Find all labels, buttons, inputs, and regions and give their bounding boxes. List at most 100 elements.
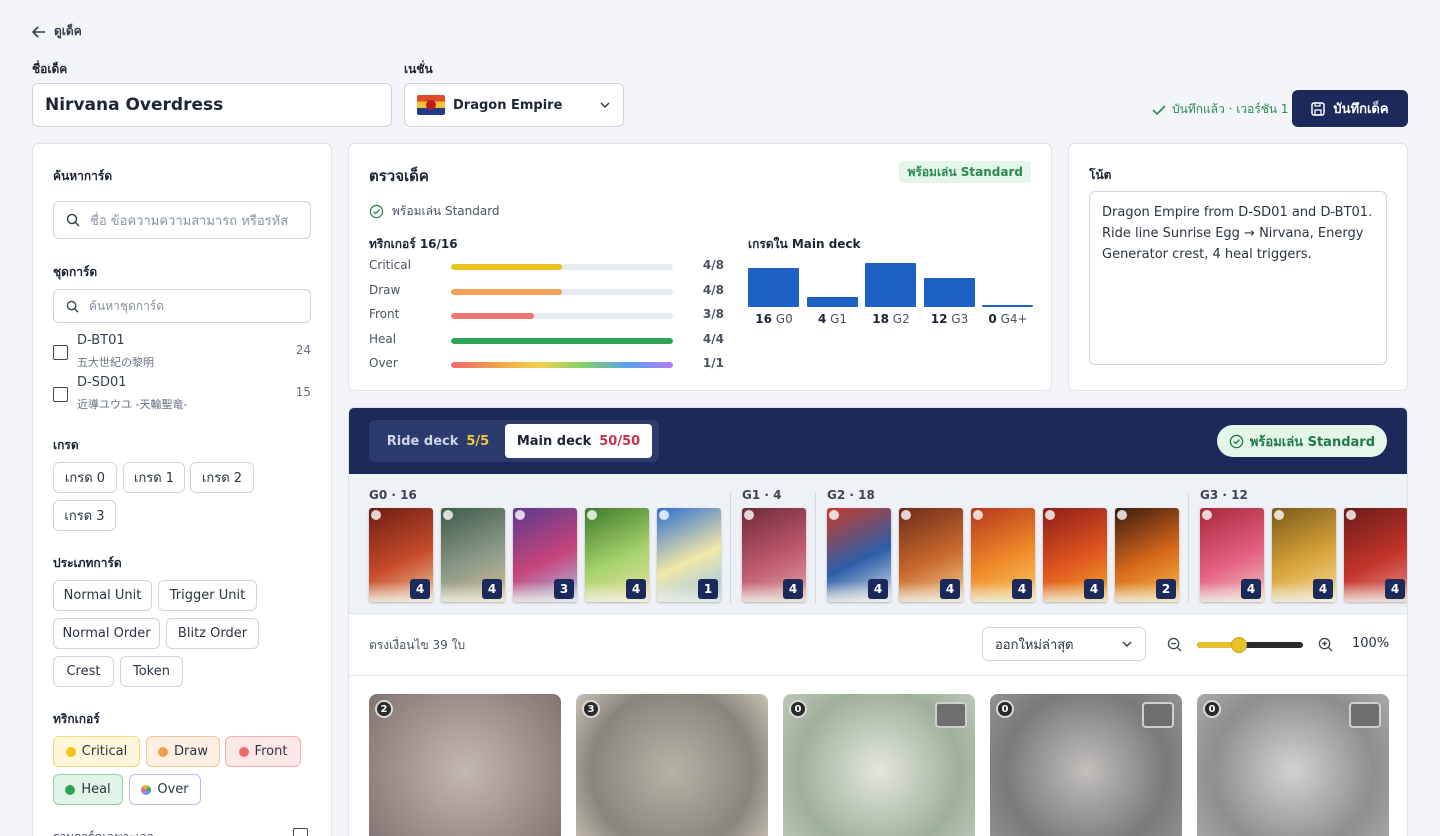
deck-card[interactable]: 4 [1200, 508, 1264, 602]
deck-header: Ride deck 5/5 Main deck 50/50 พร้อมเล่น St… [349, 408, 1407, 474]
over-dot-icon [141, 784, 152, 795]
group-divider [730, 492, 731, 604]
trigger-summary-title: ทริกเกอร์ 16/16 [369, 237, 458, 251]
sort-select[interactable]: ออกใหม่ล่าสุด [982, 627, 1146, 661]
trigger-chip-draw[interactable]: Draw [146, 736, 220, 767]
grade-group-label: G1 · 4 [742, 488, 782, 502]
card-copies-badge: 4 [1084, 579, 1104, 599]
card-copies-badge: 2 [1156, 579, 1176, 599]
deck-card[interactable]: 4 [369, 508, 433, 602]
type-chip-crest[interactable]: Crest [53, 656, 114, 687]
card-grade-mark [1045, 510, 1055, 520]
notes-title: โน้ต [1089, 168, 1112, 182]
grade-chip-1[interactable]: เกรด 1 [123, 462, 185, 493]
card-grade-mark [744, 510, 754, 520]
deck-card[interactable]: 4 [585, 508, 649, 602]
type-chip-normal-unit[interactable]: Normal Unit [53, 580, 152, 611]
type-chip-normal-order[interactable]: Normal Order [53, 618, 160, 649]
zoom-in-icon[interactable] [1318, 637, 1333, 652]
deck-card[interactable]: 4 [1344, 508, 1407, 602]
card-result[interactable]: 3 [576, 694, 768, 836]
trigger-row: Draw 4/8 [369, 283, 724, 301]
main-deck-strip: G0 · 16 4 4 3 4 1 G1 · 4 4 G2 · 18 4 4 4 4 2 G3 · 12 4 4… [349, 474, 1407, 614]
trigger-name: Critical [369, 258, 411, 272]
card-result[interactable]: 2 [369, 694, 561, 836]
chevron-down-icon [1122, 641, 1132, 648]
card-grade-mark [1274, 510, 1284, 520]
card-copies-badge: 4 [868, 579, 888, 599]
type-chip-trigger-unit[interactable]: Trigger Unit [158, 580, 257, 611]
nation-label: เนชั่น [404, 62, 433, 76]
check-icon [1152, 104, 1166, 115]
deck-card[interactable]: 4 [1043, 508, 1107, 602]
set-checkbox[interactable] [53, 345, 68, 360]
grade-chip-0[interactable]: เกรด 0 [53, 462, 117, 493]
grade-bar-label: 12 G3 [930, 312, 969, 326]
card-result[interactable]: 0 [1197, 694, 1389, 836]
standard-badge: พร้อมเล่น Standard [899, 161, 1031, 183]
type-chip-token[interactable]: Token [120, 656, 183, 687]
zoom-out-icon[interactable] [1167, 637, 1182, 652]
tab-ride-deck[interactable]: Ride deck 5/5 [373, 424, 503, 458]
nation-select[interactable]: Dragon Empire [404, 83, 624, 127]
zoom-level: 100% [1352, 636, 1390, 651]
trigger-bar-track [451, 264, 673, 270]
notes-textarea[interactable]: Dragon Empire from D-SD01 and D-BT01. Ri… [1089, 191, 1387, 365]
front-dot-icon [238, 746, 249, 757]
deck-card[interactable]: 4 [441, 508, 505, 602]
deck-card[interactable]: 4 [899, 508, 963, 602]
card-result[interactable]: 0 [990, 694, 1182, 836]
card-copies-badge: 1 [698, 579, 718, 599]
set-search-input[interactable]: ค้นหาชุดการ์ด [53, 289, 311, 323]
set-option[interactable]: D-BT01 五大世紀の黎明 24 [53, 333, 313, 373]
deck-name-input[interactable]: Nirvana Overdress [32, 83, 392, 127]
zoom-slider[interactable] [1197, 637, 1303, 653]
card-grade-mark [587, 510, 597, 520]
card-result[interactable]: 0 [783, 694, 975, 836]
trigger-chip-front[interactable]: Front [225, 736, 301, 767]
grade-chip-2[interactable]: เกรด 2 [190, 462, 254, 493]
trigger-bar-fill [451, 337, 673, 344]
standard-status-pill: พร้อมเล่น Standard [1216, 425, 1387, 457]
deck-card[interactable]: 2 [1115, 508, 1179, 602]
trigger-value: 4/8 [702, 258, 724, 272]
grade-bar-label: 0 G4+ [988, 312, 1028, 326]
save-deck-button[interactable]: บันทึกเด็ค [1292, 90, 1408, 127]
search-icon [66, 300, 79, 313]
trigger-chip-over[interactable]: Over [129, 774, 201, 805]
set-option[interactable]: D-SD01 近導ユウユ -天輪聖竜- 15 [53, 375, 313, 415]
back-link[interactable]: ดูเด็ค [32, 22, 82, 41]
deck-card[interactable]: 4 [742, 508, 806, 602]
card-copies-badge: 4 [1313, 579, 1333, 599]
trigger-bar-fill [451, 264, 562, 270]
set-checkbox[interactable] [53, 387, 68, 402]
grade-chip-3[interactable]: เกรด 3 [53, 500, 116, 531]
deck-check-title: ตรวจเด็ค [369, 167, 429, 185]
deck-card[interactable]: 4 [827, 508, 891, 602]
deck-card[interactable]: 4 [971, 508, 1035, 602]
type-chip-blitz-order[interactable]: Blitz Order [166, 618, 259, 649]
card-grade-mark [829, 510, 839, 520]
deck-card[interactable]: 3 [513, 508, 577, 602]
card-grade-badge: 3 [582, 700, 600, 718]
trigger-chip-critical[interactable]: Critical [53, 736, 140, 767]
draw-dot-icon [158, 746, 169, 757]
trigger-bar-track [451, 362, 673, 368]
grade-group-label: G2 · 18 [827, 488, 875, 502]
trigger-value: 4/4 [702, 331, 724, 346]
deck-card[interactable]: 1 [657, 508, 721, 602]
trigger-row: Over 1/1 [369, 356, 724, 374]
extra-option-checkbox[interactable] [293, 828, 308, 836]
grade-bar-label: 16 G0 [755, 312, 793, 326]
zoom-slider-handle[interactable] [1231, 637, 1248, 653]
trigger-chip-heal[interactable]: Heal [53, 774, 123, 805]
trigger-filter-title: ทริกเกอร์ [53, 712, 100, 726]
card-search-input[interactable]: ชื่อ ข้อความความสามารถ หรือรหัส [53, 201, 311, 239]
trigger-bar-track [451, 337, 673, 344]
deck-card[interactable]: 4 [1272, 508, 1336, 602]
tab-main-deck[interactable]: Main deck 50/50 [505, 424, 652, 458]
set-name: 近導ユウユ -天輪聖竜- [77, 398, 188, 411]
chevron-down-icon [600, 102, 610, 109]
search-icon [66, 213, 80, 227]
legality-status: พร้อมเล่น Standard [369, 202, 500, 221]
